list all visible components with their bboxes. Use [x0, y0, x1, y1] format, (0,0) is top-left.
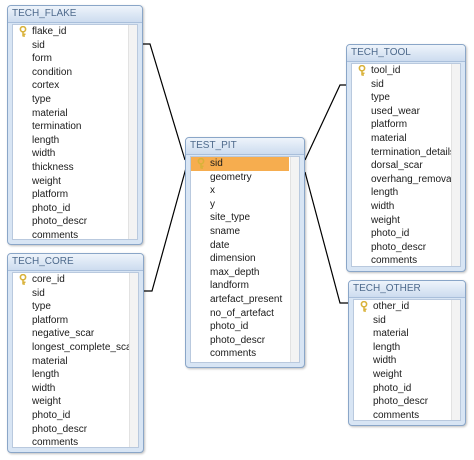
key-icon [19, 26, 27, 37]
field-row[interactable]: weight [13, 175, 137, 189]
field-row[interactable]: weight [352, 214, 460, 228]
field-row[interactable]: sid [13, 39, 137, 53]
field-row[interactable]: photo_id [13, 409, 138, 423]
field-list: core_id sid type platform negative_scar … [12, 272, 139, 448]
relationship-tool-pit [304, 84, 346, 161]
field-row[interactable]: sname [191, 225, 299, 239]
field-row[interactable]: width [354, 354, 460, 368]
table-tech-tool[interactable]: TECH_TOOL tool_id sid type used_wear pla… [346, 44, 466, 272]
field-list: sid geometry x y site_type sname date di… [190, 156, 300, 363]
field-row[interactable]: x [191, 184, 299, 198]
field-row[interactable]: width [13, 147, 137, 161]
field-row[interactable]: geometry [191, 171, 299, 185]
key-icon [360, 301, 368, 312]
field-row[interactable]: platform [13, 314, 138, 328]
field-row[interactable]: photo_id [352, 227, 460, 241]
field-row[interactable]: length [13, 368, 138, 382]
field-list: flake_id sid form condition cortex type … [12, 24, 138, 240]
field-row[interactable]: cortex [13, 79, 137, 93]
field-row[interactable]: platform [13, 188, 137, 202]
field-row[interactable]: comments [354, 409, 460, 420]
field-name: core_id [32, 274, 65, 285]
field-row[interactable]: photo_descr [13, 423, 138, 437]
table-title: TECH_CORE [8, 254, 143, 271]
field-name: sid [210, 158, 223, 169]
field-row[interactable]: artefact_present [191, 293, 299, 307]
field-row[interactable]: material [13, 107, 137, 121]
field-row[interactable]: platform [352, 118, 460, 132]
field-row-primary-key[interactable]: other_id [354, 300, 460, 314]
field-row[interactable]: material [352, 132, 460, 146]
table-tech-flake[interactable]: TECH_FLAKE flake_id sid form condition c… [7, 5, 143, 245]
field-row[interactable]: dorsal_scar [352, 159, 460, 173]
field-row[interactable]: sid [354, 314, 460, 328]
field-row[interactable]: type [13, 93, 137, 107]
field-row[interactable]: comments [13, 436, 138, 447]
field-row[interactable]: date [191, 239, 299, 253]
field-row-primary-key[interactable]: flake_id [13, 25, 137, 39]
field-row[interactable]: photo_id [13, 202, 137, 216]
field-row[interactable]: material [354, 327, 460, 341]
field-row[interactable]: used_wear [352, 105, 460, 119]
field-row[interactable]: sid [13, 287, 138, 301]
field-row[interactable]: no_of_artefact [191, 307, 299, 321]
field-row-primary-key[interactable]: core_id [13, 273, 138, 287]
table-tech-other[interactable]: TECH_OTHER other_id sid material length … [348, 280, 466, 426]
table-tech-core[interactable]: TECH_CORE core_id sid type platform nega… [7, 253, 144, 453]
field-row[interactable]: photo_descr [352, 241, 460, 255]
relationship-flake-pit [143, 43, 186, 161]
field-row[interactable]: weight [354, 368, 460, 382]
field-row[interactable]: type [352, 91, 460, 105]
field-row[interactable]: max_depth [191, 266, 299, 280]
field-row[interactable]: overhang_removal [352, 173, 460, 187]
field-list: tool_id sid type used_wear platform mate… [351, 63, 461, 267]
field-row[interactable]: comments [352, 254, 460, 266]
field-list: other_id sid material length width weigh… [353, 299, 461, 421]
field-row[interactable]: form [13, 52, 137, 66]
field-row[interactable]: condition [13, 66, 137, 80]
key-icon [358, 65, 366, 76]
table-test-pit[interactable]: TEST_PIT sid geometry x y site_type snam… [185, 137, 305, 368]
field-name: tool_id [371, 65, 401, 76]
field-row[interactable]: type [13, 300, 138, 314]
table-title: TECH_FLAKE [8, 6, 142, 23]
field-row[interactable]: length [13, 134, 137, 148]
field-row[interactable]: comments [191, 347, 299, 361]
table-title: TECH_OTHER [349, 281, 465, 298]
field-row[interactable]: longest_complete_scar [13, 341, 138, 355]
relationship-other-pit [304, 171, 348, 304]
field-row[interactable]: width [13, 382, 138, 396]
field-row[interactable]: length [352, 186, 460, 200]
field-name: flake_id [32, 26, 67, 37]
field-row[interactable]: termination_details [352, 146, 460, 160]
field-row[interactable]: photo_id [191, 320, 299, 334]
field-name: other_id [373, 301, 410, 312]
field-row[interactable]: length [354, 341, 460, 355]
table-title: TEST_PIT [186, 138, 304, 155]
field-row[interactable]: photo_id [354, 382, 460, 396]
field-row[interactable]: weight [13, 395, 138, 409]
field-row[interactable]: landform [191, 279, 299, 293]
field-row-primary-key[interactable]: tool_id [352, 64, 460, 78]
field-row[interactable]: comments [13, 229, 137, 239]
key-icon [19, 274, 27, 285]
field-row[interactable]: dimension [191, 252, 299, 266]
field-row[interactable]: termination [13, 120, 137, 134]
field-row[interactable]: photo_descr [354, 395, 460, 409]
field-row[interactable]: negative_scar [13, 327, 138, 341]
field-row[interactable]: y [191, 198, 299, 212]
field-row[interactable]: sid [352, 78, 460, 92]
relationship-core-pit [144, 167, 187, 292]
field-row[interactable]: site_type [191, 211, 299, 225]
field-row-primary-key-selected[interactable]: sid [191, 157, 289, 171]
field-row[interactable]: thickness [13, 161, 137, 175]
field-row[interactable]: photo_descr [191, 334, 299, 348]
table-title: TECH_TOOL [347, 45, 465, 62]
key-icon [197, 158, 205, 169]
field-row[interactable]: material [13, 355, 138, 369]
field-row[interactable]: width [352, 200, 460, 214]
field-row[interactable]: photo_descr [13, 215, 137, 229]
